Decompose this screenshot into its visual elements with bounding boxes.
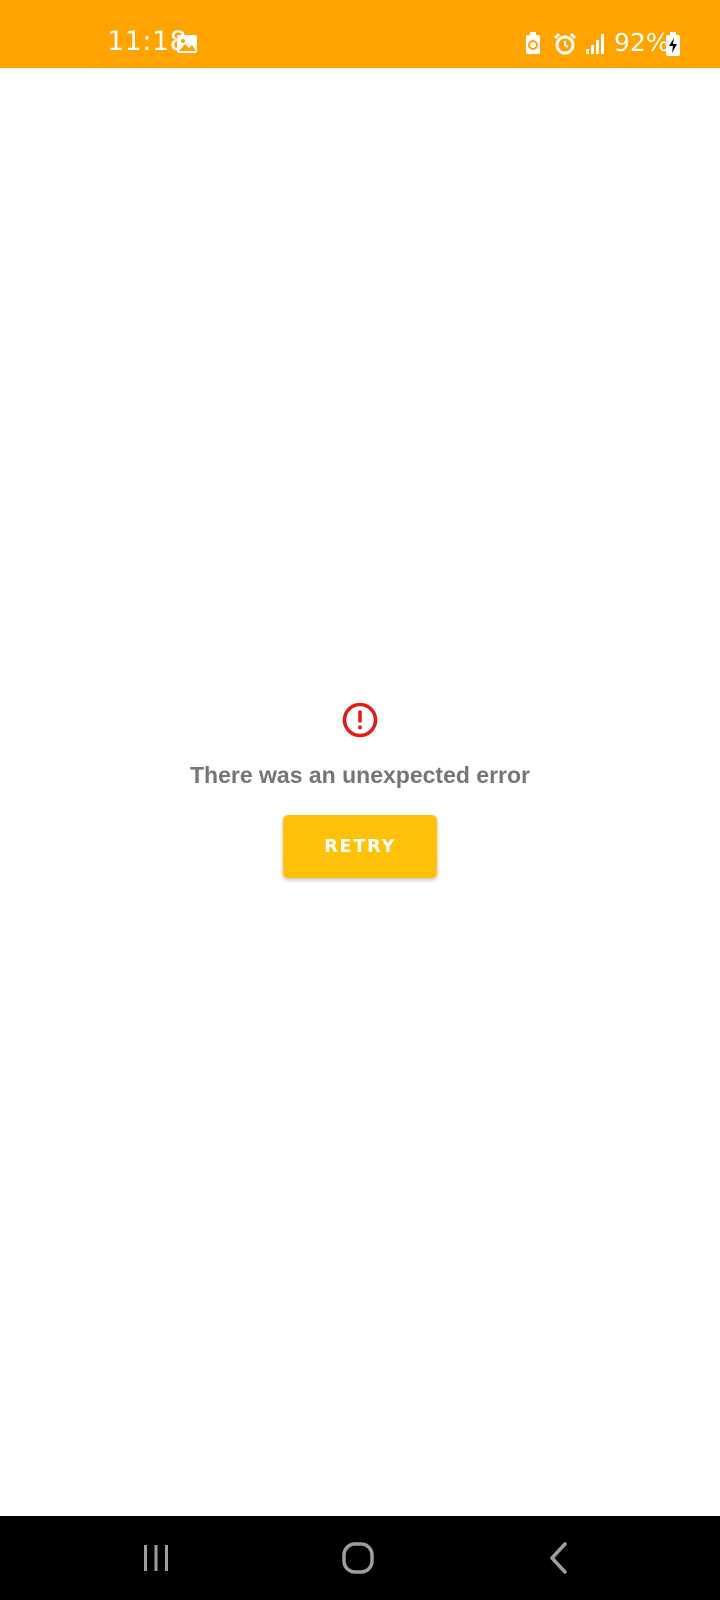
navigation-bar: [0, 1516, 720, 1600]
back-icon: [550, 1542, 567, 1574]
battery-saver-icon: [526, 32, 540, 54]
status-bar: 11:18 92%: [0, 0, 720, 68]
battery-percent: 92%: [614, 28, 670, 57]
recents-button[interactable]: [126, 1530, 186, 1586]
alarm-icon: [553, 32, 577, 55]
home-icon: [342, 1542, 374, 1574]
error-message: There was an unexpected error: [189, 762, 530, 788]
error-screen: There was an unexpected error RETRY: [0, 68, 720, 1516]
home-button[interactable]: [328, 1530, 388, 1586]
retry-button[interactable]: RETRY: [283, 815, 437, 878]
signal-icon: [586, 34, 604, 54]
error-circle-icon: [342, 702, 378, 738]
gallery-icon: [177, 35, 197, 53]
recents-icon: [144, 1545, 168, 1571]
charging-battery-icon: [666, 32, 680, 56]
retry-label: RETRY: [324, 836, 396, 857]
back-button[interactable]: [529, 1530, 589, 1586]
